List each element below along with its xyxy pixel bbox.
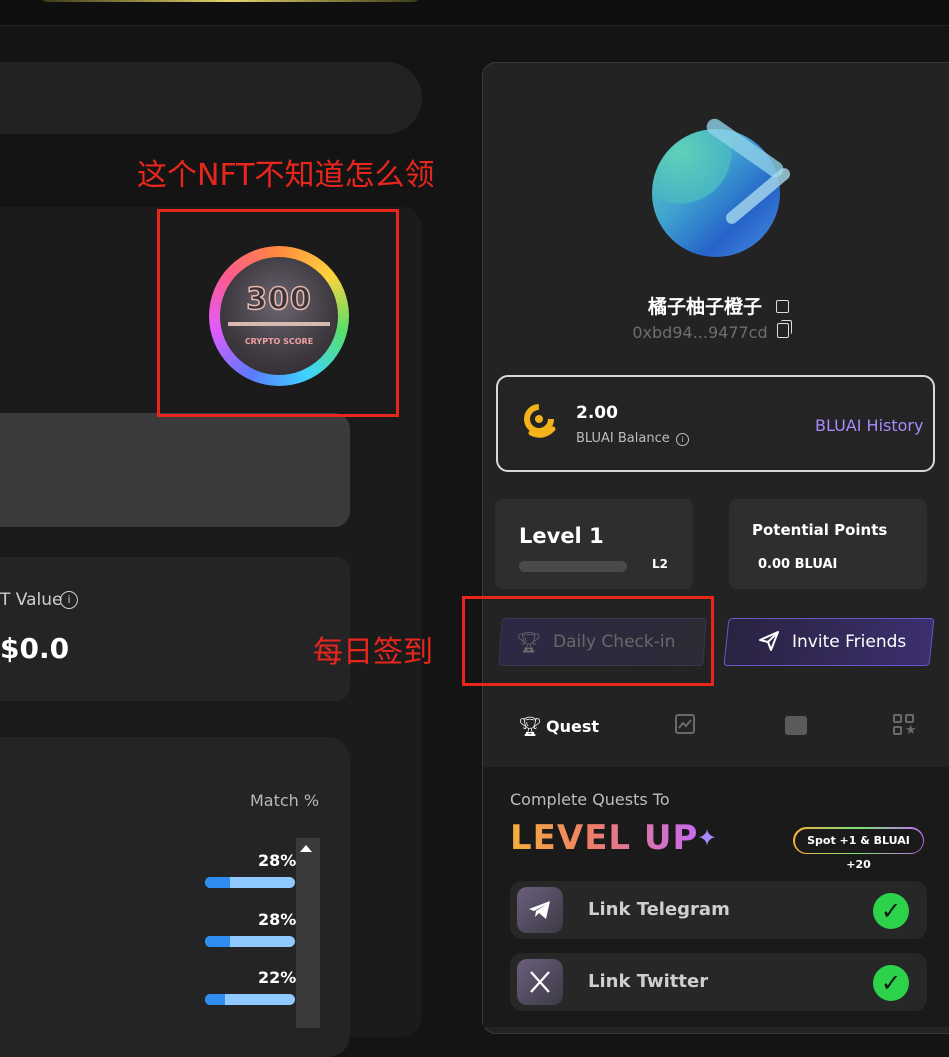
match-header: Match % [250,791,320,810]
match-bar-fill [205,994,225,1005]
points-value: 0.00 BLUAI [758,557,838,572]
search-bar[interactable] [0,62,422,134]
send-icon [759,631,779,651]
match-bar [205,936,295,947]
scroll-up-icon[interactable] [300,845,312,852]
annotation-checkin: 每日签到 [313,635,433,670]
annotation-checkin-box [462,596,714,686]
match-bar-fill [205,936,231,947]
bluai-logo-icon [524,404,556,438]
match-pct: 28% [258,851,297,870]
top-bar [0,0,949,26]
username: 橘子柚子橙子 [647,296,762,318]
points-label: Potential Points [752,521,888,539]
match-pct: 28% [258,910,297,929]
value-card [0,557,350,701]
value-amount: $0.0 [0,632,70,665]
sparkle-icon: ✦ [697,824,718,852]
trophy-icon[interactable]: 🏆︎ [518,715,542,738]
top-banner-pill[interactable] [40,0,420,2]
telegram-icon [517,887,563,933]
match-bar [205,994,295,1005]
placeholder-panel [0,413,350,527]
match-pct: 22% [258,968,297,987]
check-icon: ✓ [873,965,909,1001]
balance-value: 2.00 [576,403,618,423]
copy-icon[interactable] [777,323,789,338]
scrollbar[interactable] [296,838,320,1028]
invite-friends-label: Invite Friends [792,632,907,652]
tab-quest[interactable]: Quest [546,717,599,736]
points-card [729,499,927,589]
grid-star-icon[interactable]: ★ [893,714,917,738]
level-progress-bar [519,561,627,572]
book-icon[interactable] [785,716,807,735]
edit-icon[interactable] [776,300,789,313]
annotation-nft-question: 这个NFT不知道怎么领 [137,158,435,193]
match-bar [205,877,295,888]
quest-item-twitter[interactable] [510,953,927,1011]
next-level-label: L2 [652,557,668,571]
info-icon[interactable]: i [60,591,78,609]
bluai-history-link[interactable]: BLUAI History [815,416,923,435]
match-bar-fill [205,877,231,888]
check-icon: ✓ [873,893,909,929]
info-icon[interactable]: i [676,433,689,446]
quest-item-label: Link Twitter [588,971,709,992]
reward-badge-label: Spot +1 & BLUAI +20 [794,828,923,871]
quest-item-label: Link Telegram [588,899,730,920]
reward-badge: Spot +1 & BLUAI +20 [793,827,924,871]
quest-title: LEVEL UP [510,818,699,858]
value-label: T Value [0,590,63,610]
quest-subtitle: Complete Quests To [510,790,670,809]
annotation-nft-box [157,209,399,417]
x-twitter-icon [517,959,563,1005]
chart-icon[interactable] [675,714,695,734]
level-label: Level 1 [519,524,604,548]
balance-label: BLUAI Balance [576,431,670,446]
wallet-address: 0xbd94...9477cd [632,323,768,342]
